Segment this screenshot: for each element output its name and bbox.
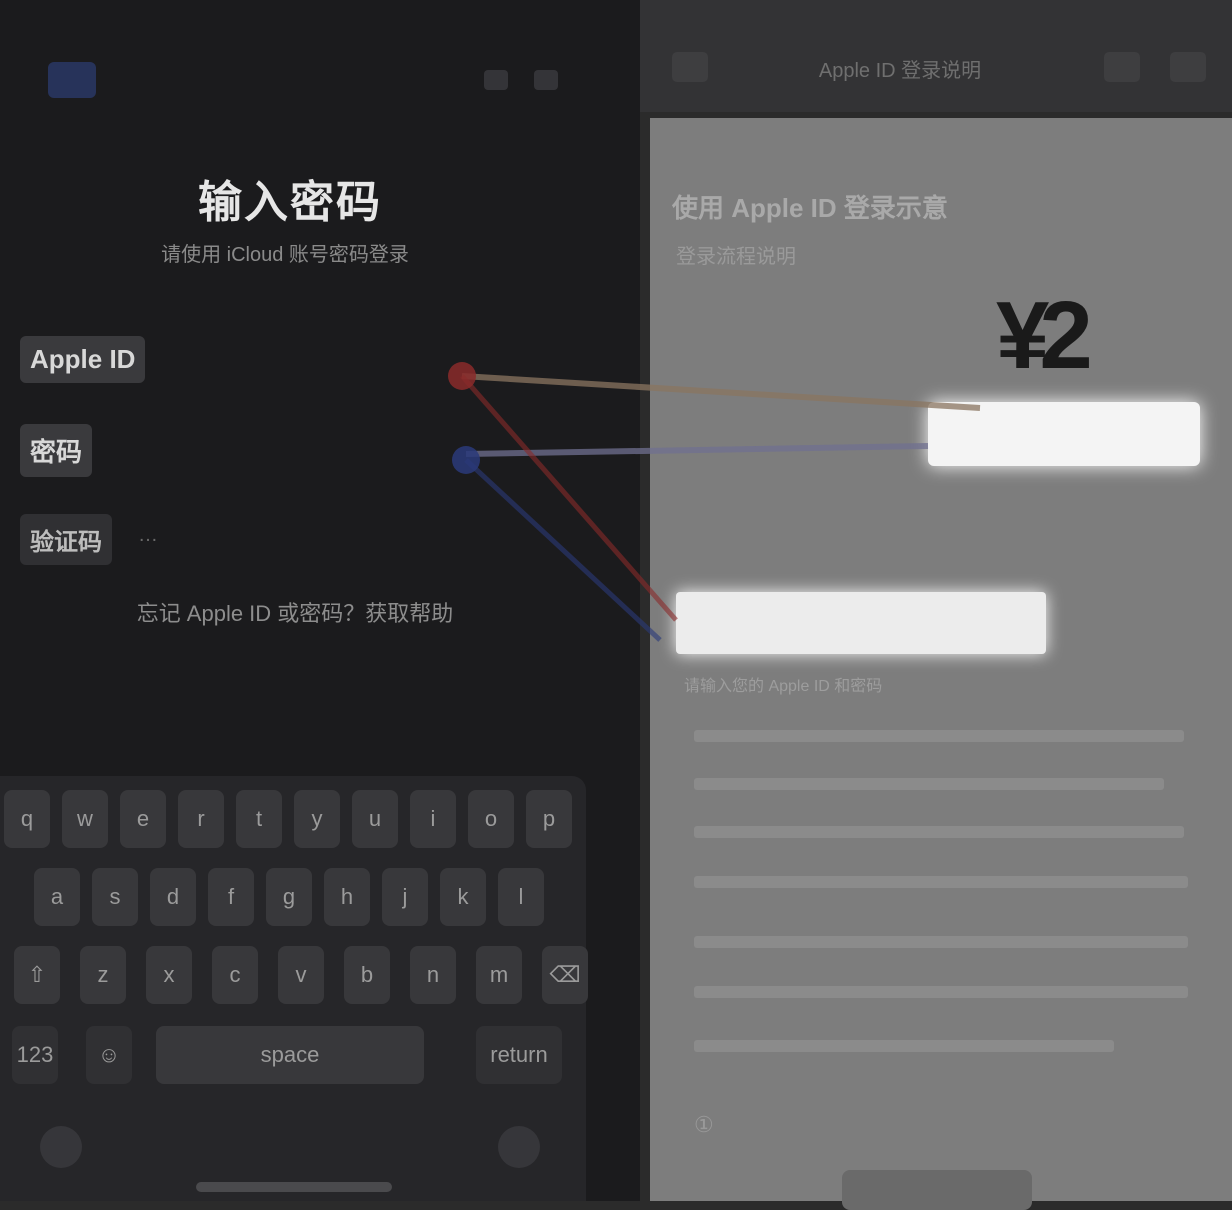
text-line <box>694 730 1184 742</box>
text-line <box>694 778 1164 790</box>
key-8[interactable]: ⌫ <box>542 946 588 1004</box>
key-5[interactable]: h <box>324 868 370 926</box>
apple-id-field[interactable]: Apple ID <box>20 336 146 383</box>
document-footnote: ① <box>694 1112 714 1137</box>
key-7[interactable]: k <box>440 868 486 926</box>
text-line <box>694 826 1184 838</box>
document-header-title: Apple ID 登录说明 <box>818 60 982 82</box>
key-2[interactable]: e <box>120 790 166 848</box>
page-title: 输入密码 <box>198 178 382 227</box>
highlight-box <box>928 402 1200 466</box>
text-line <box>694 1040 1114 1052</box>
more-icon[interactable] <box>1170 52 1206 82</box>
figure-label: ¥2 <box>996 282 1093 389</box>
key-0[interactable]: ⇧ <box>14 946 60 1004</box>
key-3[interactable]: r <box>178 790 224 848</box>
back-icon[interactable] <box>672 52 708 82</box>
key-4[interactable]: v <box>278 946 324 1004</box>
status-icon <box>534 70 558 90</box>
return-key[interactable]: return <box>476 1026 562 1084</box>
document-action-button[interactable] <box>842 1170 1032 1210</box>
keyboard-row: 123 ☺ space return <box>0 1026 586 1086</box>
key-4[interactable]: t <box>236 790 282 848</box>
numbers-key[interactable]: 123 <box>12 1026 58 1084</box>
key-5[interactable]: b <box>344 946 390 1004</box>
document-page <box>650 118 1232 1201</box>
emoji-icon[interactable] <box>40 1126 82 1168</box>
back-icon[interactable] <box>48 62 96 98</box>
verification-code-value: … <box>138 524 158 546</box>
text-line <box>694 986 1188 998</box>
document-heading: 使用 Apple ID 登录示意 <box>672 193 948 223</box>
highlight-box <box>676 592 1046 654</box>
document-subheading: 登录流程说明 <box>676 246 796 268</box>
key-6[interactable]: j <box>382 868 428 926</box>
key-3[interactable]: c <box>212 946 258 1004</box>
key-6[interactable]: u <box>352 790 398 848</box>
space-key[interactable]: space <box>156 1026 424 1084</box>
mic-icon[interactable] <box>498 1126 540 1168</box>
verification-code-field[interactable]: 验证码 <box>20 514 112 565</box>
status-icon <box>484 70 508 90</box>
share-icon[interactable] <box>1104 52 1140 82</box>
login-phone-screen: 输入密码 请使用 iCloud 账号密码登录 Apple ID 密码 验证码 …… <box>0 0 640 1201</box>
key-1[interactable]: s <box>92 868 138 926</box>
key-5[interactable]: y <box>294 790 340 848</box>
on-screen-keyboard: qwertyuiop asdfghjkl ⇧ z x c v b n m ⌫ 123 ☺ spa… <box>0 776 588 1201</box>
key-1[interactable]: w <box>62 790 108 848</box>
text-line <box>694 876 1188 888</box>
keyboard-row: qwertyuiop <box>0 790 586 850</box>
page-subtitle: 请使用 iCloud 账号密码登录 <box>161 244 409 266</box>
key-8[interactable]: l <box>498 868 544 926</box>
key-7[interactable]: i <box>410 790 456 848</box>
key-4[interactable]: g <box>266 868 312 926</box>
key-2[interactable]: x <box>146 946 192 1004</box>
key-9[interactable]: p <box>526 790 572 848</box>
key-3[interactable]: f <box>208 868 254 926</box>
emoji-key[interactable]: ☺ <box>86 1026 132 1084</box>
keyboard-row: asdfghjkl <box>0 868 586 928</box>
key-6[interactable]: n <box>410 946 456 1004</box>
key-0[interactable]: a <box>34 868 80 926</box>
key-8[interactable]: o <box>468 790 514 848</box>
password-field[interactable]: 密码 <box>20 424 93 477</box>
home-indicator <box>196 1182 392 1192</box>
key-7[interactable]: m <box>476 946 522 1004</box>
document-caption: 请输入您的 Apple ID 和密码 <box>684 678 883 695</box>
text-line <box>694 936 1188 948</box>
forgot-password-link[interactable]: 忘记 Apple ID 或密码？获取帮助 <box>120 596 470 632</box>
key-0[interactable]: q <box>4 790 50 848</box>
key-1[interactable]: z <box>80 946 126 1004</box>
keyboard-row: ⇧ z x c v b n m ⌫ <box>0 946 588 1006</box>
key-2[interactable]: d <box>150 868 196 926</box>
